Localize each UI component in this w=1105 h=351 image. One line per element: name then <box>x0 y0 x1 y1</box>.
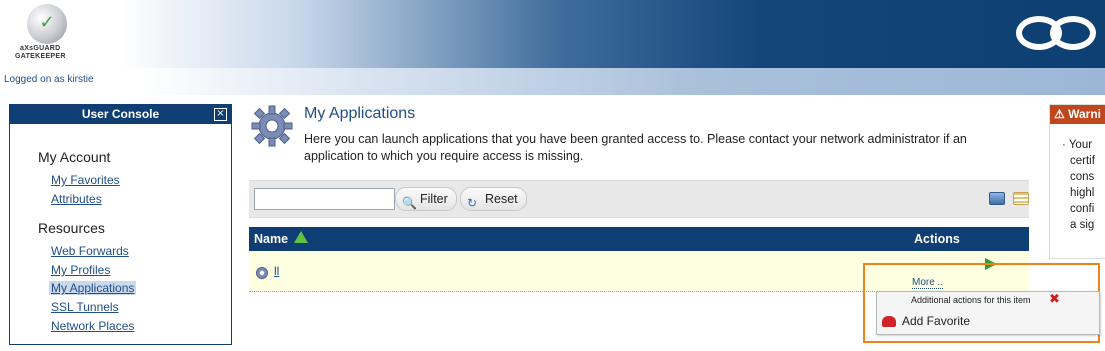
column-actions: Actions <box>914 232 960 246</box>
header-band <box>0 68 1105 95</box>
page-description: Here you can launch applications that yo… <box>304 132 967 163</box>
applications-gear-icon <box>251 105 293 147</box>
reset-button[interactable]: ↻ Reset <box>460 187 527 211</box>
reset-button-label: Reset <box>485 192 518 206</box>
warning-panel: ⚠ Warni · Your certif cons highl confi a… <box>1049 104 1105 259</box>
filter-button-label: Filter <box>420 192 448 206</box>
brand-product: GATEKEEPER <box>15 53 66 60</box>
filter-toolbar: 🔍 Filter ↻ Reset <box>249 180 1029 218</box>
logged-on-status: Logged on as kirstie <box>4 74 94 85</box>
favorite-heart-icon <box>882 316 896 327</box>
grid-header: Name Actions <box>249 227 1029 251</box>
user-console-panel: User Console × My Account My Favorites A… <box>9 104 232 345</box>
sidebar-item-my-favorites[interactable]: My Favorites <box>51 173 120 187</box>
axsguard-logo-icon: ✓ <box>27 4 67 44</box>
sidebar-item-ssl-tunnels[interactable]: SSL Tunnels <box>51 300 119 314</box>
application-link[interactable]: ll <box>274 264 279 278</box>
sidebar-item-web-forwards[interactable]: Web Forwards <box>51 244 129 258</box>
section-my-account: My Account <box>38 149 111 165</box>
warning-text: · Your certif cons highl confi a sig <box>1062 137 1095 233</box>
section-resources: Resources <box>38 220 105 236</box>
brand-name: aXsGUARD <box>20 45 61 52</box>
magnifier-icon: 🔍 <box>402 196 417 210</box>
sidebar-item-my-profiles[interactable]: My Profiles <box>51 263 110 277</box>
add-favorite-label: Add Favorite <box>902 314 971 328</box>
user-console-title: User Console <box>10 105 231 124</box>
vasco-logo-icon <box>1012 14 1096 50</box>
icon-view-icon[interactable] <box>989 192 1005 205</box>
warning-line: cons <box>1070 171 1095 183</box>
filter-button[interactable]: 🔍 Filter <box>395 187 457 211</box>
sidebar-item-my-applications[interactable]: My Applications <box>49 281 137 295</box>
warning-header: ⚠ Warni <box>1050 105 1105 124</box>
add-favorite-menu-item[interactable]: Add Favorite <box>882 314 970 330</box>
column-name[interactable]: Name <box>254 232 288 246</box>
list-view-icon[interactable] <box>1013 192 1029 205</box>
refresh-icon: ↻ <box>467 196 478 210</box>
warning-title: Warni <box>1068 107 1101 121</box>
warning-line: · Your <box>1062 139 1093 151</box>
warning-line: a sig <box>1070 219 1095 231</box>
close-popup-icon[interactable]: ✖ <box>1049 292 1060 307</box>
popup-header: Additional actions for this item <box>911 295 1031 305</box>
close-icon[interactable]: × <box>214 108 227 121</box>
additional-actions-popup: Additional actions for this item ✖ Add F… <box>876 291 1100 335</box>
page-title: My Applications <box>304 105 416 122</box>
warning-line: certif <box>1070 155 1095 167</box>
sidebar-item-attributes[interactable]: Attributes <box>51 192 102 206</box>
sidebar-item-network-places[interactable]: Network Places <box>51 319 134 333</box>
sort-ascending-icon[interactable] <box>294 231 308 243</box>
warning-triangle-icon: ⚠ <box>1054 107 1065 121</box>
warning-line: highl <box>1070 187 1095 199</box>
filter-input[interactable] <box>254 188 395 210</box>
application-gear-icon <box>256 267 268 279</box>
warning-line: confi <box>1070 203 1095 215</box>
